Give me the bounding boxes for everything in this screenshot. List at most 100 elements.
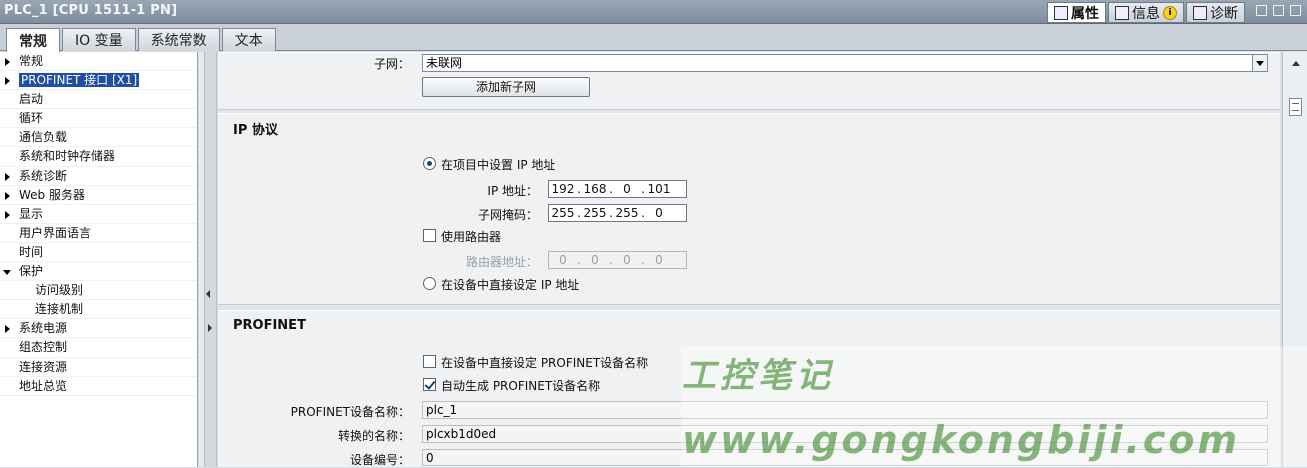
collapsed-arrow-icon[interactable] bbox=[5, 191, 10, 200]
tab-io-tags[interactable]: IO 变量 bbox=[62, 28, 136, 51]
tree-item-label: PROFINET 接口 [X1] bbox=[19, 73, 140, 88]
subnet-section: 子网： 未联网 添加新子网 bbox=[218, 52, 1280, 110]
tree-item[interactable]: 系统和时钟存储器 bbox=[0, 147, 197, 167]
tree-item-label: 用户界面语言 bbox=[19, 225, 92, 240]
tree-item[interactable]: 循环 bbox=[0, 109, 197, 129]
collapsed-arrow-icon[interactable] bbox=[5, 325, 10, 334]
radio-set-ip-on-device-label: 在设备中直接设定 IP 地址 bbox=[441, 278, 580, 292]
subnet-label: 子网： bbox=[373, 57, 410, 71]
expand-right-icon[interactable] bbox=[208, 324, 212, 332]
tree-item[interactable]: 启动 bbox=[0, 90, 197, 110]
tree-item[interactable]: 地址总览 bbox=[0, 377, 197, 396]
tab-general[interactable]: 常规 bbox=[6, 28, 60, 52]
minimize-icon[interactable] bbox=[1273, 5, 1284, 16]
property-tab-row: 常规 IO 变量 系统常数 文本 bbox=[0, 24, 1307, 52]
collapse-left-icon[interactable] bbox=[206, 290, 210, 298]
tree-item-label: 显示 bbox=[19, 206, 44, 221]
tab-info[interactable]: 信息 i bbox=[1108, 2, 1184, 23]
tree-item[interactable]: 通信负载 bbox=[0, 128, 197, 148]
watermark-title: 工控笔记 bbox=[682, 356, 834, 396]
scroll-up-icon[interactable] bbox=[1292, 61, 1300, 66]
collapsed-arrow-icon[interactable] bbox=[5, 58, 10, 66]
tab-properties-label: 属性 bbox=[1071, 5, 1099, 22]
profinet-section-title: PROFINET bbox=[233, 318, 306, 333]
tab-info-label: 信息 bbox=[1132, 5, 1160, 22]
mask-octet-4: 0 bbox=[655, 206, 663, 220]
tree-item[interactable]: 连接机制 bbox=[0, 300, 197, 320]
collapsed-arrow-icon[interactable] bbox=[5, 77, 10, 86]
tree-item[interactable]: 组态控制 bbox=[0, 338, 197, 358]
tree-item-label: 访问级别 bbox=[35, 283, 84, 298]
tree-item[interactable]: PROFINET 接口 [X1] bbox=[0, 71, 197, 91]
ip-address-field[interactable]: 192. 168. 0. 101 bbox=[548, 180, 687, 198]
use-router-label: 使用路由器 bbox=[441, 230, 502, 244]
info-window-icon bbox=[1115, 5, 1129, 20]
auto-generate-name-checkbox[interactable] bbox=[423, 378, 436, 391]
tab-diagnostics[interactable]: 诊断 bbox=[1186, 2, 1245, 23]
mask-octet-3: 255 bbox=[615, 206, 639, 220]
tree-item-label: 时间 bbox=[19, 244, 44, 259]
tree-item[interactable]: 系统诊断 bbox=[0, 167, 197, 186]
collapsed-arrow-icon[interactable] bbox=[5, 172, 10, 181]
ip-octet-4: 101 bbox=[647, 182, 671, 196]
restore-icon[interactable] bbox=[1256, 5, 1267, 16]
tree-item[interactable]: 用户界面语言 bbox=[0, 224, 197, 243]
device-number-label: 设备编号： bbox=[349, 453, 410, 467]
mask-octet-2: 255 bbox=[583, 206, 607, 220]
tab-texts[interactable]: 文本 bbox=[221, 28, 276, 51]
panel-splitter[interactable] bbox=[205, 52, 217, 467]
router-octet-4: 0 bbox=[655, 253, 663, 267]
tree-item-label: 常规 bbox=[19, 54, 44, 68]
tree-item[interactable]: 访问级别 bbox=[0, 281, 197, 301]
window-controls bbox=[1256, 5, 1301, 16]
chevron-down-icon[interactable] bbox=[1252, 55, 1267, 71]
tree-item-label: 地址总览 bbox=[19, 378, 68, 393]
ip-address-label: IP 地址： bbox=[487, 184, 538, 198]
subnet-mask-label: 子网掩码： bbox=[477, 208, 538, 222]
properties-icon bbox=[1054, 5, 1068, 20]
use-router-checkbox[interactable] bbox=[423, 229, 436, 242]
profinet-name-label: PROFINET设备名称： bbox=[290, 405, 410, 419]
router-address-label: 路由器地址： bbox=[465, 255, 538, 269]
tree-item-label: 系统电源 bbox=[19, 321, 68, 336]
scroll-thumb[interactable] bbox=[1289, 98, 1302, 116]
converted-name-label: 转换的名称： bbox=[337, 429, 410, 443]
tab-system-constants[interactable]: 系统常数 bbox=[137, 28, 220, 51]
tree-item-label: 启动 bbox=[19, 92, 44, 107]
tree-item[interactable]: 显示 bbox=[0, 205, 197, 224]
auto-generate-name-label: 自动生成 PROFINET设备名称 bbox=[441, 379, 601, 393]
tree-item[interactable]: 常规 bbox=[0, 52, 197, 72]
ip-protocol-section: IP 协议 在项目中设置 IP 地址 IP 地址： 192. 168. 0. 1… bbox=[218, 113, 1280, 305]
watermark-url: www.gongkongbiji.com bbox=[682, 418, 1241, 462]
router-octet-3: 0 bbox=[623, 253, 631, 267]
ip-octet-3: 0 bbox=[623, 182, 631, 196]
collapsed-arrow-icon[interactable] bbox=[5, 210, 10, 219]
window-title: PLC_1 [CPU 1511-1 PN] bbox=[4, 3, 178, 18]
tree-item[interactable]: 连接资源 bbox=[0, 358, 197, 377]
tree-item-label: 循环 bbox=[19, 111, 44, 126]
set-name-on-device-label: 在设备中直接设定 PROFINET设备名称 bbox=[441, 356, 649, 370]
router-octet-2: 0 bbox=[591, 253, 599, 267]
tree-item[interactable]: 时间 bbox=[0, 243, 197, 263]
maximize-icon[interactable] bbox=[1290, 5, 1301, 16]
subnet-dropdown[interactable]: 未联网 bbox=[422, 54, 1268, 72]
radio-set-ip-on-device[interactable] bbox=[423, 277, 436, 290]
tab-diagnostics-label: 诊断 bbox=[1210, 5, 1238, 22]
tree-item[interactable]: Web 服务器 bbox=[0, 186, 197, 205]
subnet-mask-field[interactable]: 255. 255. 255. 0 bbox=[548, 204, 687, 222]
title-bar: PLC_1 [CPU 1511-1 PN] 属性 信息 i 诊断 bbox=[0, 0, 1307, 24]
tree-item-label: 系统诊断 bbox=[19, 168, 68, 183]
tree-item[interactable]: 系统电源 bbox=[0, 319, 197, 339]
add-subnet-button[interactable]: 添加新子网 bbox=[422, 77, 590, 97]
info-icon: i bbox=[1163, 5, 1177, 20]
router-octet-1: 0 bbox=[559, 253, 567, 267]
tree-item[interactable]: 保护 bbox=[0, 262, 197, 282]
router-address-field: 0. 0. 0. 0 bbox=[548, 251, 687, 269]
tree-item-label: 保护 bbox=[19, 264, 44, 279]
tab-properties[interactable]: 属性 bbox=[1047, 2, 1106, 23]
ip-octet-2: 168 bbox=[583, 182, 607, 196]
expanded-arrow-icon[interactable] bbox=[3, 270, 11, 276]
set-name-on-device-checkbox[interactable] bbox=[423, 355, 436, 368]
tree-item-label: 组态控制 bbox=[19, 340, 68, 355]
radio-set-ip-in-project[interactable] bbox=[423, 157, 436, 170]
